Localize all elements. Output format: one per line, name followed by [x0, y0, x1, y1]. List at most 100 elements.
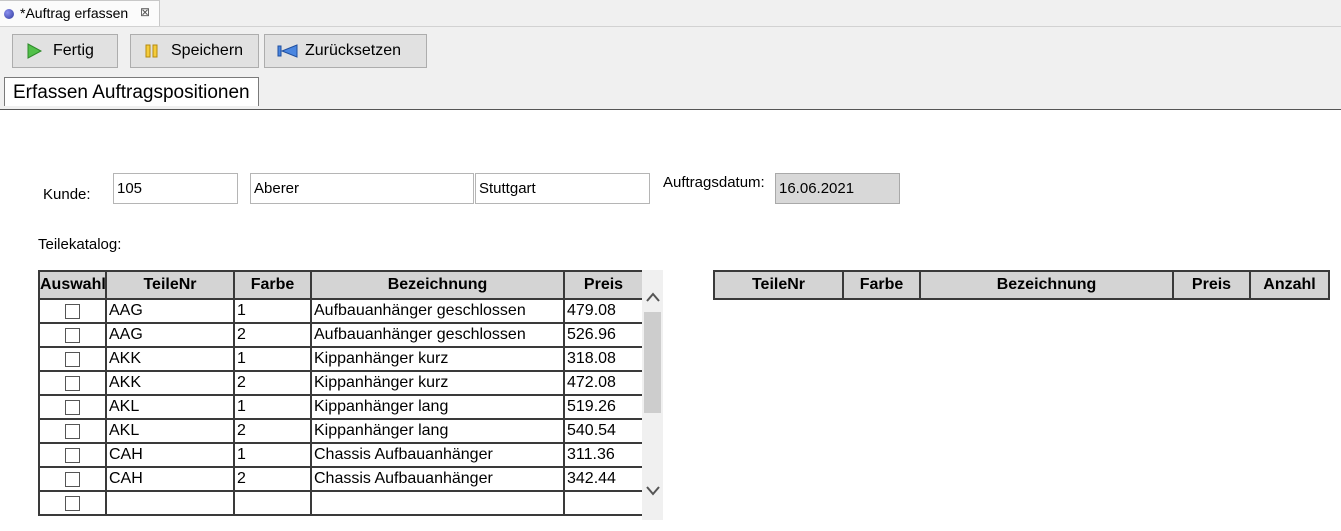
teilenr-cell: AKK	[105, 346, 235, 372]
rewind-icon	[277, 43, 298, 59]
teilenr-cell: AAG	[105, 298, 235, 324]
select-checkbox[interactable]	[65, 351, 80, 367]
col-bezeichnung[interactable]: Bezeichnung	[919, 270, 1174, 300]
teilenr-cell: AKL	[105, 418, 235, 444]
fertig-button-label: Fertig	[53, 42, 94, 59]
col-auswahl[interactable]: Auswahl	[38, 270, 107, 300]
bezeichnung-cell: Aufbauanhänger geschlossen	[310, 322, 565, 348]
farbe-cell	[233, 490, 312, 516]
preis-cell: 342.44	[563, 466, 642, 492]
table-row[interactable]: AAG 1 Aufbauanhänger geschlossen 479.08	[38, 298, 642, 324]
select-checkbox[interactable]	[65, 471, 80, 487]
editor-tab-title: *Auftrag erfassen	[20, 5, 129, 21]
farbe-cell: 2	[233, 322, 312, 348]
bezeichnung-cell: Kippanhänger lang	[310, 418, 565, 444]
teilenr-cell: AKL	[105, 394, 235, 420]
section-tab-auftragspositionen[interactable]: Erfassen Auftragspositionen	[4, 77, 259, 106]
bezeichnung-cell: Aufbauanhänger geschlossen	[310, 298, 565, 324]
select-checkbox[interactable]	[65, 399, 80, 415]
col-anzahl[interactable]: Anzahl	[1249, 270, 1330, 300]
auswahl-cell	[38, 370, 107, 396]
auftragsdatum-label: Auftragsdatum:	[663, 174, 765, 191]
teilenr-cell: AAG	[105, 322, 235, 348]
farbe-cell: 2	[233, 466, 312, 492]
editor-tab-strip	[0, 0, 1341, 27]
select-checkbox[interactable]	[65, 375, 80, 391]
pause-icon	[143, 43, 161, 59]
select-checkbox[interactable]	[65, 447, 80, 463]
table-row[interactable]	[38, 490, 642, 516]
farbe-cell: 2	[233, 370, 312, 396]
bezeichnung-cell: Chassis Aufbauanhänger	[310, 466, 565, 492]
bezeichnung-cell: Chassis Aufbauanhänger	[310, 442, 565, 468]
catalog-header-row: Auswahl TeileNr Farbe Bezeichnung Preis	[38, 270, 642, 300]
select-checkbox[interactable]	[65, 423, 80, 439]
teilenr-cell	[105, 490, 235, 516]
table-row[interactable]: CAH 2 Chassis Aufbauanhänger 342.44	[38, 466, 642, 492]
preis-cell: 479.08	[563, 298, 642, 324]
speichern-button-label: Speichern	[171, 42, 244, 59]
select-checkbox[interactable]	[65, 303, 80, 319]
preis-cell	[563, 490, 642, 516]
table-row[interactable]: AKK 2 Kippanhänger kurz 472.08	[38, 370, 642, 396]
farbe-cell: 2	[233, 418, 312, 444]
bezeichnung-cell	[310, 490, 565, 516]
farbe-cell: 1	[233, 298, 312, 324]
table-row[interactable]: AKL 1 Kippanhänger lang 519.26	[38, 394, 642, 420]
positions-table[interactable]: TeileNr Farbe Bezeichnung Preis Anzahl	[713, 270, 1330, 300]
select-checkbox[interactable]	[65, 327, 80, 343]
auftragsdatum-field	[775, 173, 900, 204]
table-row[interactable]: CAH 1 Chassis Aufbauanhänger 311.36	[38, 442, 642, 468]
col-teilenr[interactable]: TeileNr	[105, 270, 235, 300]
auswahl-cell	[38, 490, 107, 516]
zuruecksetzen-button[interactable]: Zurücksetzen	[264, 34, 427, 68]
farbe-cell: 1	[233, 394, 312, 420]
scroll-down-icon[interactable]	[644, 481, 662, 501]
col-preis[interactable]: Preis	[1172, 270, 1251, 300]
bezeichnung-cell: Kippanhänger kurz	[310, 370, 565, 396]
play-icon	[25, 43, 43, 59]
preis-cell: 526.96	[563, 322, 642, 348]
teilekatalog-label: Teilekatalog:	[38, 236, 122, 253]
col-farbe[interactable]: Farbe	[233, 270, 312, 300]
table-row[interactable]: AKL 2 Kippanhänger lang 540.54	[38, 418, 642, 444]
positions-header-row: TeileNr Farbe Bezeichnung Preis Anzahl	[713, 270, 1330, 300]
auswahl-cell	[38, 418, 107, 444]
kunde-nr-field[interactable]	[113, 173, 238, 204]
zuruecksetzen-button-label: Zurücksetzen	[305, 42, 402, 59]
auswahl-cell	[38, 442, 107, 468]
bezeichnung-cell: Kippanhänger lang	[310, 394, 565, 420]
auswahl-cell	[38, 394, 107, 420]
col-preis[interactable]: Preis	[563, 270, 642, 300]
teilenr-cell: CAH	[105, 466, 235, 492]
auswahl-cell	[38, 322, 107, 348]
teilenr-cell: CAH	[105, 442, 235, 468]
col-bezeichnung[interactable]: Bezeichnung	[310, 270, 565, 300]
speichern-button[interactable]: Speichern	[130, 34, 259, 68]
preis-cell: 540.54	[563, 418, 642, 444]
auswahl-cell	[38, 346, 107, 372]
col-farbe[interactable]: Farbe	[842, 270, 921, 300]
editor-tab[interactable]: *Auftrag erfassen ⊠	[0, 0, 160, 26]
col-teilenr[interactable]: TeileNr	[713, 270, 844, 300]
table-row[interactable]: AKK 1 Kippanhänger kurz 318.08	[38, 346, 642, 372]
farbe-cell: 1	[233, 442, 312, 468]
auswahl-cell	[38, 466, 107, 492]
table-row[interactable]: AAG 2 Aufbauanhänger geschlossen 526.96	[38, 322, 642, 348]
editor-icon	[4, 9, 14, 19]
scroll-up-icon[interactable]	[644, 287, 662, 307]
kunde-ort-field[interactable]	[475, 173, 650, 204]
select-checkbox[interactable]	[65, 495, 80, 511]
fertig-button[interactable]: Fertig	[12, 34, 118, 68]
teilenr-cell: AKK	[105, 370, 235, 396]
preis-cell: 472.08	[563, 370, 642, 396]
kunde-label: Kunde:	[43, 186, 91, 203]
preis-cell: 311.36	[563, 442, 642, 468]
catalog-table: Auswahl TeileNr Farbe Bezeichnung Preis …	[38, 270, 642, 516]
kunde-name-field[interactable]	[250, 173, 474, 204]
auswahl-cell	[38, 298, 107, 324]
catalog-table-viewport[interactable]: Auswahl TeileNr Farbe Bezeichnung Preis …	[38, 270, 642, 531]
close-icon[interactable]: ⊠	[140, 5, 150, 19]
bezeichnung-cell: Kippanhänger kurz	[310, 346, 565, 372]
catalog-scrollbar-thumb[interactable]	[644, 312, 661, 413]
